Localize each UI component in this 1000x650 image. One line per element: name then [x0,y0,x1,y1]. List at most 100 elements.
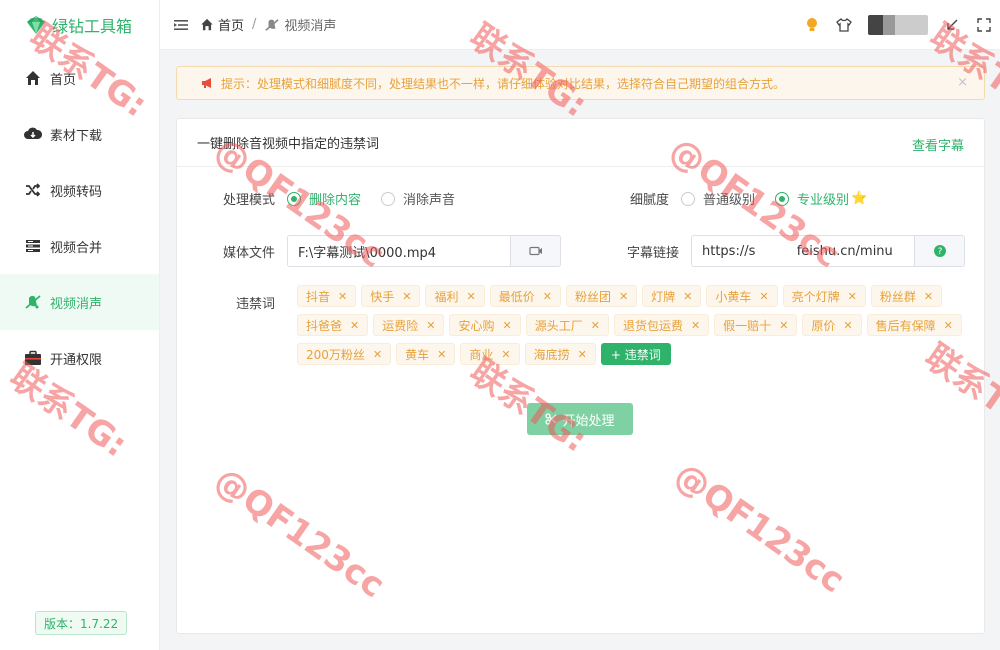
close-icon[interactable]: ✕ [759,290,768,303]
sidebar-item-label: 视频合并 [50,240,103,256]
banned-tag: 售后有保障 ✕ [866,314,962,336]
app-name: 绿钻工具箱 [52,17,133,36]
media-input-group [287,235,561,267]
scissors-icon [545,413,557,425]
banned-tag: 小黄车 ✕ [706,285,778,307]
close-icon[interactable]: ✕ [502,319,511,332]
banned-tag: 福利 ✕ [425,285,485,307]
tip-alert: 提示：处理模式和细腻度不同，处理结果也不一样，请仔细体验对比结果，选择符合自己期… [176,66,985,100]
merge-icon [24,237,42,255]
radio-dot [381,191,396,206]
start-label: 开始处理 [562,413,615,429]
fineness-row: 细腻度 普通级别 专业级别 ⭐ [577,189,887,208]
close-icon[interactable]: × [957,75,968,90]
close-icon[interactable]: ✕ [683,290,692,303]
banned-tag: 最低价 ✕ [489,285,561,307]
banned-tags: 抖音 ✕ 快手 ✕ 福利 ✕ 最低价 ✕ 粉丝团 ✕ 灯牌 ✕ 小黄车 ✕ 亮个灯牌 ✕ 粉丝群… [297,285,977,372]
media-file-input[interactable] [288,236,510,266]
sidebar-item-download[interactable]: 素材下载 [0,106,159,162]
view-subtitles-link[interactable]: 查看字幕 [912,135,964,154]
tshirt-icon[interactable] [828,9,860,41]
add-banned-word-button[interactable]: + 违禁词 [600,343,671,365]
avatar[interactable] [868,15,928,35]
banned-tag: 运费险 ✕ [373,314,445,336]
close-icon[interactable]: ✕ [924,290,933,303]
help-icon[interactable]: ? [914,236,964,266]
alert-text: 提示：处理模式和细腻度不同，处理结果也不一样，请仔细体验对比结果，选择符合自己期… [221,76,786,91]
close-icon[interactable]: ✕ [501,348,510,361]
main-panel: 一键删除音视频中指定的违禁词 查看字幕 处理模式 删除内容 消除声音 细腻度 普… [176,118,985,634]
subtitle-input-group: ? [691,235,965,267]
banned-tag: 假一赔十 ✕ [714,314,798,336]
sidebar-item-permission[interactable]: 开通权限 [0,330,159,386]
header-actions [796,0,1000,50]
menu-toggle-icon[interactable] [174,19,188,31]
close-icon[interactable]: ✕ [843,319,852,332]
banned-tag: 粉丝群 ✕ [870,285,943,307]
sidebar-item-label: 视频转码 [50,184,103,200]
mode-label: 处理模式 [222,193,275,208]
close-icon[interactable]: ✕ [578,348,587,361]
radio-label: 消除声音 [403,193,456,208]
breadcrumb-separator: / [252,17,257,32]
home-icon [24,69,42,87]
close-icon[interactable]: ✕ [350,319,359,332]
sidebar-item-merge[interactable]: 视频合并 [0,218,159,274]
close-icon[interactable]: ✕ [779,319,788,332]
close-icon[interactable]: ✕ [543,290,552,303]
sidebar-item-label: 素材下载 [50,128,103,144]
cloud-download-icon [24,125,42,143]
start-process-button[interactable]: 开始处理 [527,403,633,435]
sidebar-item-transcode[interactable]: 视频转码 [0,162,159,218]
minimize-icon[interactable] [936,9,968,41]
mode-mute-radio[interactable]: 消除声音 [381,189,455,208]
app-brand[interactable]: 绿钻工具箱 [0,0,159,50]
shuffle-icon [24,181,42,199]
sidebar-item-label: 开通权限 [50,352,103,368]
close-icon[interactable]: ✕ [338,290,347,303]
subtitle-label: 字幕链接 [626,245,679,261]
mute-icon [24,293,42,311]
banned-tag: 亮个灯牌 ✕ [782,285,866,307]
banned-tag: 粉丝团 ✕ [565,285,638,307]
banned-tag: 抖音 ✕ [297,285,357,307]
sidebar-item-label: 视频消声 [50,296,103,312]
banned-tag: 200万粉丝 ✕ [297,343,392,365]
banned-tag: 原价 ✕ [802,314,862,336]
sidebar-item-home[interactable]: 首页 [0,50,159,106]
mode-row: 处理模式 删除内容 消除声音 [177,189,475,208]
lightbulb-icon[interactable] [796,9,828,41]
media-label: 媒体文件 [222,245,275,261]
fineness-pro-radio[interactable]: 专业级别 ⭐ [775,189,867,208]
home-icon [200,18,214,31]
gem-logo-icon [27,16,45,34]
radio-label: 删除内容 [309,193,362,208]
close-icon[interactable]: ✕ [402,290,411,303]
subtitle-link-input[interactable] [692,236,914,266]
close-icon[interactable]: ✕ [426,319,435,332]
close-icon[interactable]: ✕ [466,290,475,303]
panel-title: 一键删除音视频中指定的违禁词 [197,137,380,152]
breadcrumb-current: 视频消声 [284,19,337,34]
mode-delete-radio[interactable]: 删除内容 [287,189,361,208]
close-icon[interactable]: ✕ [691,319,700,332]
subtitle-row: 字幕链接 ? [577,235,965,267]
radio-dot [287,191,301,206]
radio-label: 普通级别 [703,193,756,208]
sidebar-item-mute[interactable]: 视频消声 [0,274,159,330]
banned-tag: 源头工厂 ✕ [525,314,609,336]
sidebar-item-label: 首页 [50,72,77,88]
banned-tag: 快手 ✕ [361,285,421,307]
video-icon[interactable] [510,236,560,266]
close-icon[interactable]: ✕ [373,348,382,361]
megaphone-icon [201,77,215,89]
close-icon[interactable]: ✕ [619,290,628,303]
top-header: 首页 / 视频消声 [160,0,1000,50]
breadcrumb-home[interactable]: 首页 [218,15,244,34]
fullscreen-icon[interactable] [968,9,1000,41]
close-icon[interactable]: ✕ [944,319,953,332]
close-icon[interactable]: ✕ [437,348,446,361]
close-icon[interactable]: ✕ [848,290,857,303]
fineness-normal-radio[interactable]: 普通级别 [681,189,755,208]
close-icon[interactable]: ✕ [591,319,600,332]
